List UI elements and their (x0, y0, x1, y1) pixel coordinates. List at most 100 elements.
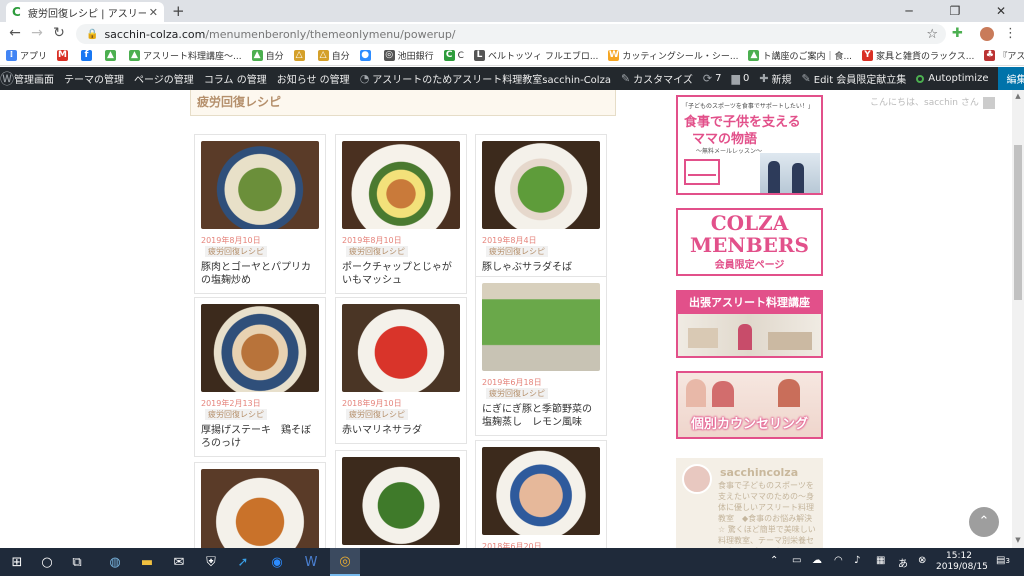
admin-customize-link[interactable]: ✎ カスタマイズ (621, 71, 693, 86)
page-scrollbar[interactable]: ▲ ▼ (1012, 90, 1024, 548)
security-shield-icon[interactable]: ⛨ (196, 548, 226, 576)
post-title[interactable]: 豚肉とゴーヤとパプリカの塩麹炒め (201, 261, 319, 287)
bookmark-item[interactable]: L ベルトッツィ フルエブロ... (473, 49, 598, 62)
back-icon[interactable]: ← (6, 25, 24, 41)
admin-dashboard-link[interactable]: 管理画面 (14, 71, 54, 86)
admin-greeting[interactable]: こんにちは、sacchin さん (870, 95, 995, 109)
admin-pages-link[interactable]: ページの管理 (134, 71, 194, 86)
profile-avatar[interactable] (980, 27, 994, 41)
app-arrow-icon[interactable]: ➚ (228, 548, 258, 576)
bookmark-item[interactable]: W カッティングシール・シー... (608, 49, 738, 62)
banner-counseling[interactable]: 個別カウンセリング (676, 371, 823, 439)
tab-close-icon[interactable]: ✕ (149, 6, 158, 19)
bookmark-item[interactable]: △ 自分 (317, 49, 350, 62)
post-category-tag[interactable]: 疲労回復レシピ (486, 246, 548, 257)
bookmark-item[interactable]: ▲ ト講座のご案内｜食... (748, 49, 852, 62)
search-circle-icon[interactable]: ○ (32, 548, 62, 576)
admin-new-link[interactable]: ✚ 新規 (759, 71, 791, 86)
post-card[interactable]: 2019年8月10日疲労回復レシピ ポークチャップとじゃがいもマッシュ (335, 134, 467, 294)
menu-kebab-icon[interactable]: ⋮ (1004, 26, 1017, 41)
word-icon[interactable]: W (296, 548, 326, 576)
bookmark-item[interactable]: ▲ 自分 (251, 49, 284, 62)
banner-colza-members[interactable]: COLZA MENBERS 会員限定ページ (676, 208, 823, 276)
bookmark-item[interactable]: ♣『アスリートの名言１... (984, 49, 1024, 62)
task-view-icon[interactable]: ⧉ (62, 548, 92, 576)
post-thumbnail[interactable] (482, 447, 600, 535)
admin-columns-link[interactable]: コラム の管理 (204, 71, 267, 86)
post-thumbnail[interactable] (201, 304, 319, 392)
post-card[interactable]: 2018年9月10日疲労回復レシピ 赤いマリネサラダ (335, 297, 467, 444)
post-thumbnail[interactable] (201, 141, 319, 229)
post-category-tag[interactable]: 疲労回復レシピ (205, 246, 267, 257)
post-title[interactable]: 厚揚げステーキ 鶏そぼろのっけ (201, 424, 319, 450)
bookmark-item[interactable]: ◎ 池田銀行 (383, 49, 434, 62)
post-title[interactable]: 赤いマリネサラダ (342, 424, 460, 437)
app-globe-icon[interactable]: ◍ (100, 548, 130, 576)
post-thumbnail[interactable] (201, 469, 319, 548)
post-title[interactable]: ポークチャップとじゃがいもマッシュ (342, 261, 460, 287)
bookmark-item[interactable]: ▲ (105, 50, 119, 61)
profile-avatar-image[interactable] (682, 464, 712, 494)
zoom-icon[interactable]: ◉ (262, 548, 292, 576)
bookmark-item[interactable]: ⁞ アプリ (6, 49, 47, 62)
bookmark-item[interactable]: △ (293, 50, 308, 61)
banner-mama-story[interactable]: 「子どものスポーツを食事でサポートしたい！」 食事で子供を支える ママの物語 〜… (676, 95, 823, 195)
post-thumbnail[interactable] (342, 141, 460, 229)
banner-delivery-lesson[interactable]: 出張アスリート料理講座 (676, 290, 823, 358)
mail-icon[interactable]: ✉ (164, 548, 194, 576)
post-card[interactable]: 2018年6月20日疲労回復レシピ (475, 440, 607, 548)
chrome-icon[interactable]: ◎ (330, 548, 360, 576)
tray-ime-mode-icon[interactable]: あ (898, 555, 908, 570)
tray-cloud-icon[interactable]: ☁ (812, 555, 822, 566)
post-card[interactable]: 2019年2月13日疲労回復レシピ 厚揚げステーキ 鶏そぼろのっけ (194, 297, 326, 457)
scroll-down-icon[interactable]: ▼ (1012, 536, 1024, 544)
reload-icon[interactable]: ↻ (50, 25, 68, 41)
bookmark-item[interactable]: ● (359, 50, 374, 61)
admin-autoptimize-link[interactable]: Autoptimize (916, 73, 988, 84)
post-category-tag[interactable]: 疲労回復レシピ (486, 388, 548, 399)
profile-name[interactable]: sacchincolza (720, 466, 798, 479)
post-title[interactable]: にぎにぎ豚と季節野菜の塩麹蒸し レモン風味 (482, 403, 600, 429)
file-explorer-icon[interactable]: ▬ (132, 548, 162, 576)
admin-news-link[interactable]: お知らせ の管理 (277, 71, 350, 86)
bookmark-item[interactable]: ▲ アスリート料理講座〜... (129, 49, 242, 62)
bookmark-item[interactable]: f (81, 50, 95, 61)
post-category-tag[interactable]: 疲労回復レシピ (346, 246, 408, 257)
windows-start-icon[interactable]: ⊞ (2, 548, 32, 576)
tray-close-icon[interactable]: ⊗ (918, 555, 926, 566)
admin-updates-link[interactable]: ⟳ 7 (703, 72, 722, 85)
close-window-icon[interactable]: ✕ (978, 0, 1024, 22)
post-thumbnail[interactable] (342, 457, 460, 545)
admin-comments-link[interactable]: ▆ 0 (731, 72, 749, 85)
wordpress-logo-icon[interactable]: Ⓦ (0, 67, 14, 90)
admin-edit-link[interactable]: ✎ Edit 会員限定献立集 (802, 71, 907, 86)
admin-theme-link[interactable]: テーマの管理 (64, 71, 124, 86)
new-tab-button[interactable]: + (172, 2, 185, 20)
minimize-icon[interactable]: ─ (886, 0, 932, 22)
bookmark-item[interactable]: Y 家具と雑貨のラックス... (862, 49, 974, 62)
tray-volume-icon[interactable]: ♪ (854, 555, 860, 566)
tray-ime-icon[interactable]: ▦ (876, 555, 885, 566)
tray-network-icon[interactable]: ◠ (834, 555, 843, 566)
notification-icon[interactable]: ▤3 (996, 555, 1010, 566)
extension-puzzle-icon[interactable]: ✚ (952, 26, 963, 41)
back-to-top-button[interactable]: ⌃ (969, 507, 999, 537)
bookmark-item[interactable]: CC (443, 50, 464, 61)
post-card[interactable] (335, 450, 467, 548)
tray-chevron-icon[interactable]: ⌃ (770, 555, 778, 566)
post-card[interactable]: 2019年6月18日疲労回復レシピ にぎにぎ豚と季節野菜の塩麹蒸し レモン風味 (475, 276, 607, 436)
post-thumbnail[interactable] (482, 141, 600, 229)
post-card[interactable]: 2019年8月4日疲労回復レシピ 豚しゃぶサラダそば (475, 134, 607, 281)
browser-tab[interactable]: C 疲労回復レシピ | アスリートのためア ✕ (6, 2, 164, 22)
post-category-tag[interactable]: 疲労回復レシピ (205, 409, 267, 420)
post-thumbnail[interactable] (342, 304, 460, 392)
tray-battery-icon[interactable]: ▭ (792, 555, 801, 566)
scrollbar-thumb[interactable] (1014, 145, 1022, 300)
bookmark-star-icon[interactable]: ☆ (926, 27, 938, 42)
url-bar[interactable]: 🔒 sacchin-colza.com/menumenberonly/theme… (76, 24, 946, 44)
bookmark-item[interactable]: M (57, 50, 71, 61)
system-clock[interactable]: 15:12 2019/08/15 (936, 551, 988, 573)
post-thumbnail[interactable] (482, 283, 600, 371)
admin-site-link[interactable]: ◔ アスリートのためアスリート料理教室sacchin-Colza (360, 71, 611, 86)
scroll-up-icon[interactable]: ▲ (1012, 92, 1024, 100)
